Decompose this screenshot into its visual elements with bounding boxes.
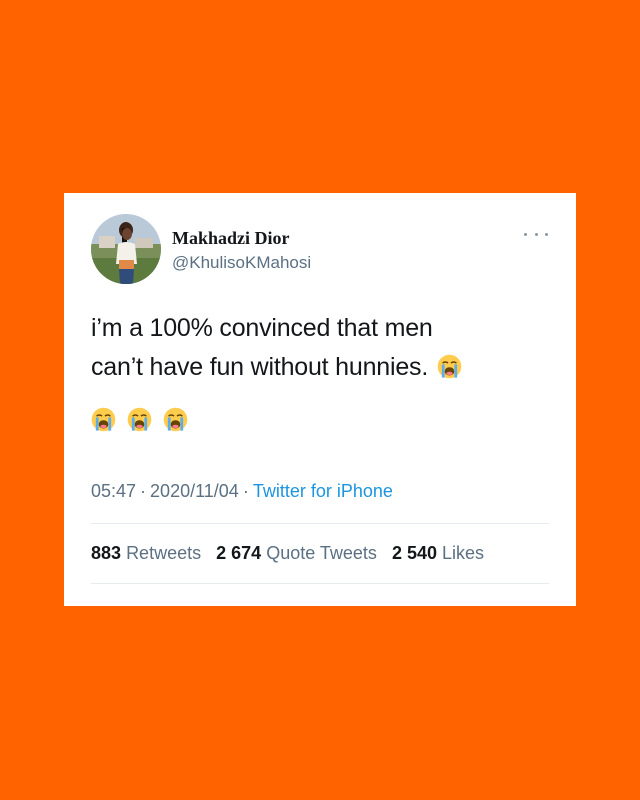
retweets-count: 883 [91, 543, 122, 563]
retweets-stat[interactable]: 883 Retweets [91, 543, 201, 563]
tweet-card: Makhadzi Dior @KhulisoKMahosi i’m a 100%… [64, 193, 576, 606]
author-name[interactable]: Makhadzi Dior [172, 228, 290, 249]
divider [91, 583, 549, 584]
loudly-crying-face-icon [437, 354, 462, 379]
tweet-text-line: i’m a 100% convinced that men [91, 314, 433, 342]
tweet-meta: 05:47 · 2020/11/04 · Twitter for iPhone [91, 481, 393, 502]
tweet-time[interactable]: 05:47 [91, 481, 136, 501]
loudly-crying-face-icon [91, 407, 116, 432]
emoji-row [91, 407, 188, 432]
tweet-text: i’m a 100% convinced that men can’t have… [91, 309, 551, 387]
more-horizontal-icon[interactable] [524, 229, 548, 239]
author-handle[interactable]: @KhulisoKMahosi [172, 253, 311, 273]
more-dot [524, 232, 527, 236]
more-dot [545, 232, 548, 236]
likes-stat[interactable]: 2 540 Likes [392, 543, 484, 563]
meta-separator: · [242, 481, 249, 501]
retweets-label: Retweets [126, 543, 202, 563]
loudly-crying-face-icon [127, 407, 152, 432]
meta-separator: · [140, 481, 147, 501]
quote-tweets-count: 2 674 [216, 543, 262, 563]
loudly-crying-face-icon [163, 407, 188, 432]
quote-tweets-stat[interactable]: 2 674 Quote Tweets [216, 543, 377, 563]
avatar[interactable] [91, 214, 161, 284]
likes-count: 2 540 [391, 543, 437, 563]
tweet-text-line-2: can’t have fun without hunnies. [91, 348, 551, 387]
divider [91, 523, 549, 524]
tweet-date[interactable]: 2020/11/04 [150, 481, 239, 501]
more-dot [534, 232, 538, 236]
quote-tweets-label: Quote Tweets [266, 543, 377, 563]
tweet-stats: 883 Retweets 2 674 Quote Tweets 2 540 Li… [91, 543, 484, 564]
tweet-text-line: can’t have fun without hunnies. [91, 353, 429, 381]
tweet-source-link[interactable]: Twitter for iPhone [253, 481, 393, 501]
likes-label: Likes [442, 543, 485, 563]
avatar-image [91, 214, 161, 284]
